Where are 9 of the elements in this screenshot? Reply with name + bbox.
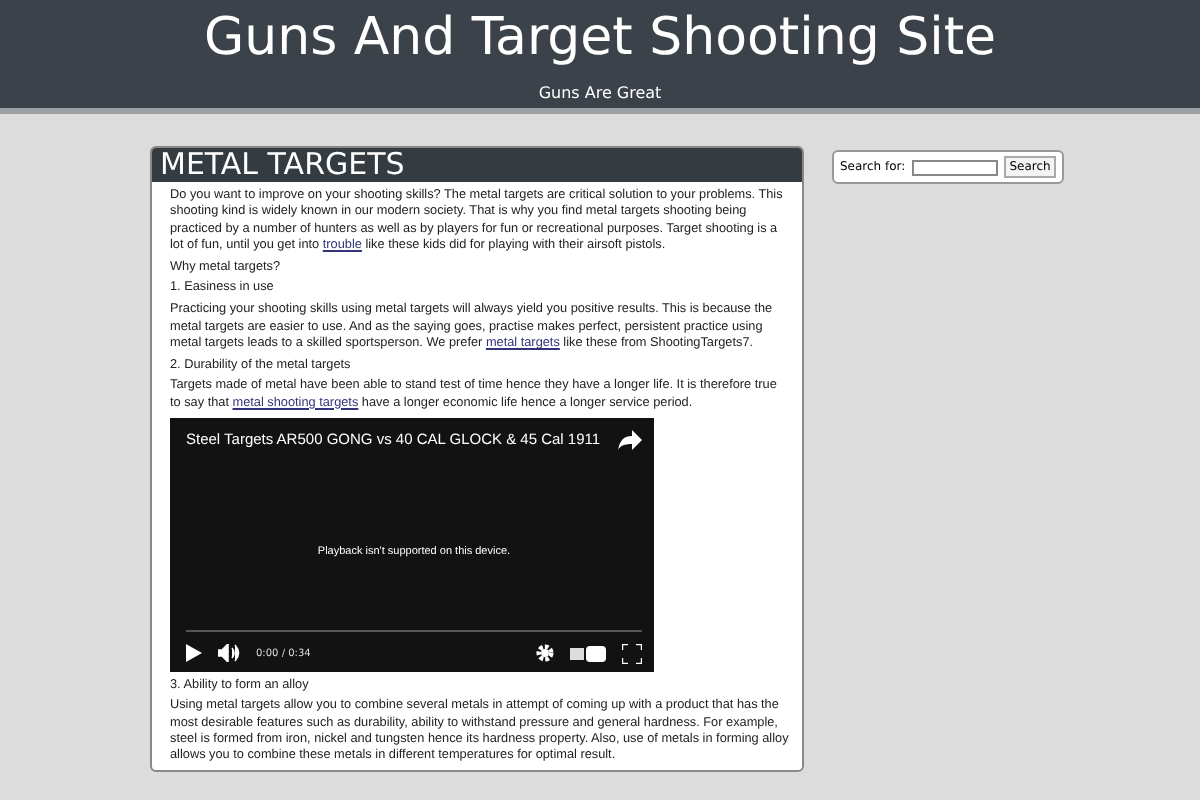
settings-icon[interactable] bbox=[536, 644, 554, 663]
volume-icon[interactable] bbox=[218, 644, 240, 663]
site-title: Guns And Target Shooting Site bbox=[203, 8, 997, 68]
share-icon[interactable] bbox=[618, 429, 642, 450]
post-title: METAL TARGETS bbox=[152, 148, 802, 182]
fullscreen-icon[interactable] bbox=[622, 643, 642, 664]
play-icon[interactable] bbox=[186, 644, 202, 663]
search-field[interactable] bbox=[911, 159, 998, 175]
site-tagline: Guns Are Great bbox=[538, 84, 662, 102]
